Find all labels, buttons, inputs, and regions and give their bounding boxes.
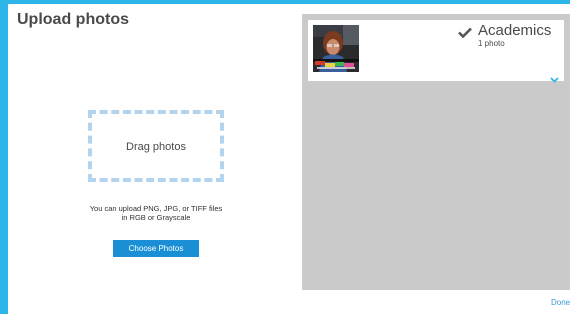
left-accent-bar [0,0,8,314]
drop-zone-label: Drag photos [126,141,186,153]
albums-panel: Academics 1 photo [302,14,570,290]
checkmark-icon [458,25,472,43]
done-link[interactable]: Done [551,298,570,307]
album-thumbnail [313,25,359,72]
choose-photos-button[interactable]: Choose Photos [113,240,199,257]
dialog-title: Upload photos [17,11,129,28]
album-name: Academics [478,22,552,39]
album-card-academics[interactable]: Academics 1 photo [308,20,564,83]
upload-hint-line-1: You can upload PNG, JPG, or TIFF files [89,204,223,213]
album-photo-count: 1 photo [478,39,505,48]
upload-hint-line-2: in RGB or Grayscale [121,213,191,222]
chevron-down-icon[interactable] [550,70,559,88]
photo-drop-zone[interactable]: Drag photos [88,110,224,182]
top-accent-bar [0,0,570,4]
upload-format-hint: You can upload PNG, JPG, or TIFF files i… [70,204,242,222]
